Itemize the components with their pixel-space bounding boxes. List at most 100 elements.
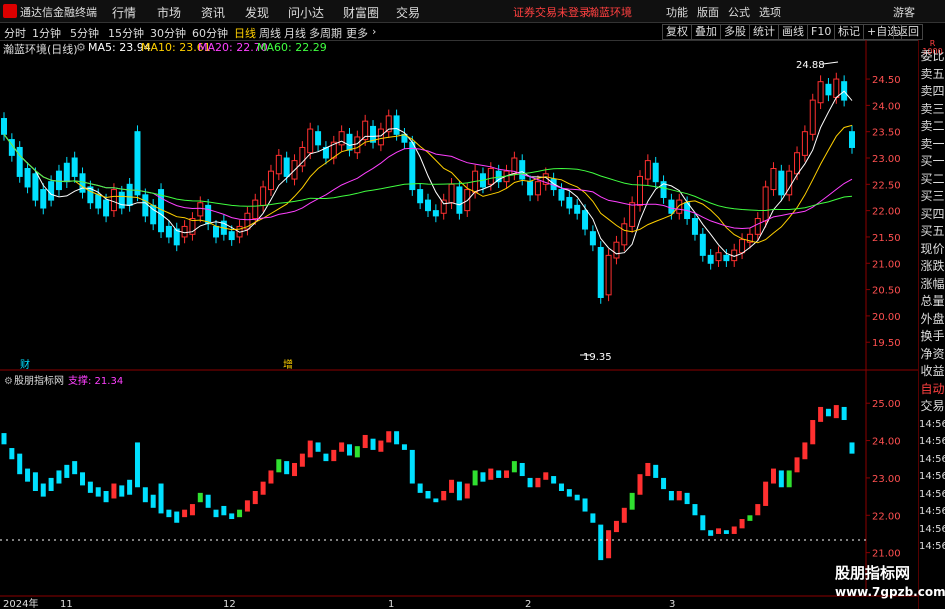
indicator-bar xyxy=(354,446,360,458)
candle-body xyxy=(425,199,431,212)
indicator-bar xyxy=(433,498,439,503)
watermark-url: www.7gpzb.com xyxy=(835,585,945,599)
candle-body xyxy=(417,189,424,204)
indicator-bar xyxy=(449,479,455,493)
candle-body xyxy=(707,254,714,264)
candle-body xyxy=(778,170,785,196)
side-change[interactable]: 涨跌 xyxy=(919,258,945,276)
indicator-bar xyxy=(778,470,784,488)
indicator-bar xyxy=(613,520,619,533)
indicator-bar xyxy=(17,453,23,475)
indicator-bar xyxy=(684,492,690,505)
indicator-bar xyxy=(394,431,400,445)
candle-body xyxy=(197,202,204,217)
side-time-2: 14:56 xyxy=(919,436,945,447)
candle-body xyxy=(16,146,23,177)
side-time-3: 14:56 xyxy=(919,453,945,465)
side-bid1[interactable]: 买一 xyxy=(919,153,945,171)
indicator-bar xyxy=(692,504,698,516)
indicator-bar xyxy=(786,470,792,488)
indicator-bar xyxy=(527,477,533,488)
indicator-bar xyxy=(708,530,714,536)
candle-body xyxy=(40,189,47,209)
ytick-label: 20.50 xyxy=(872,286,901,297)
support-value: 支撑: 21.34 xyxy=(68,374,123,387)
sub-settings-icon[interactable]: ⚙ xyxy=(4,376,13,387)
side-bid4[interactable]: 买四 xyxy=(919,206,945,224)
candle-body xyxy=(668,199,675,214)
indicator-bar xyxy=(849,442,855,454)
side-net-asset[interactable]: 净资 xyxy=(919,346,945,364)
side-change-pct[interactable]: 涨幅 xyxy=(919,276,945,294)
indicator-bar xyxy=(755,504,761,516)
candle-body xyxy=(699,233,706,256)
indicator-bar xyxy=(464,483,470,499)
side-bid3[interactable]: 买三 xyxy=(919,188,945,206)
side-bid5[interactable]: 买五 xyxy=(919,223,945,241)
indicator-bar xyxy=(409,449,415,484)
candle-body xyxy=(346,133,353,151)
side-price[interactable]: 现价 xyxy=(919,241,945,259)
candle-body xyxy=(534,181,541,196)
indicator-bar xyxy=(346,444,352,456)
sub-yaxis: 25.00 24.00 23.00 22.00 21.00 xyxy=(866,399,901,560)
candle-body xyxy=(527,181,534,196)
side-ask1[interactable]: 卖一 xyxy=(919,136,945,154)
side-ask4[interactable]: 卖四 xyxy=(919,83,945,101)
side-bid-ratio[interactable]: 委比 xyxy=(919,48,945,66)
indicator-bar xyxy=(441,491,447,501)
indicator-bar xyxy=(189,504,195,516)
side-ask2[interactable]: 卖二 xyxy=(919,118,945,136)
side-auto[interactable]: 自动 xyxy=(919,381,945,399)
indicator-bar xyxy=(700,515,706,531)
indicator-bar xyxy=(370,438,376,450)
side-ask5[interactable]: 卖五 xyxy=(919,66,945,84)
ytick-label: 19.50 xyxy=(872,338,901,349)
side-outer[interactable]: 外盘 xyxy=(919,311,945,329)
marker-increase[interactable]: 增 xyxy=(283,358,293,371)
candle-body xyxy=(849,131,855,148)
candle-body xyxy=(142,194,149,217)
candle-body xyxy=(519,160,526,180)
indicator-bar xyxy=(629,492,635,510)
candle-body xyxy=(134,131,141,196)
indicator-bar xyxy=(252,491,258,505)
side-volume[interactable]: 总量 xyxy=(919,293,945,311)
sub-indicator-layer xyxy=(1,405,855,561)
indicator-bar xyxy=(574,494,580,501)
candle-body xyxy=(103,199,110,217)
indicator-bar xyxy=(205,494,211,508)
side-bid2[interactable]: 买二 xyxy=(919,171,945,189)
xaxis-label-jan: 1 xyxy=(388,599,394,609)
chart-canvas[interactable]: 24.50 24.00 23.50 23.00 22.50 22.00 21.50 21.00… xyxy=(0,0,918,609)
indicator-bar xyxy=(292,462,298,477)
side-earnings[interactable]: 收益 xyxy=(919,363,945,381)
indicator-bar xyxy=(237,509,243,518)
side-turnover[interactable]: 换手 xyxy=(919,328,945,346)
ytick-label: 22.50 xyxy=(872,180,901,191)
side-ask3[interactable]: 卖三 xyxy=(919,101,945,119)
indicator-bar xyxy=(543,472,549,480)
indicator-bar xyxy=(142,487,148,503)
side-trade[interactable]: 交易 xyxy=(919,398,945,416)
candle-body xyxy=(213,225,219,238)
candle-body xyxy=(801,131,808,156)
indicator-bar xyxy=(511,461,517,473)
candle-body xyxy=(267,170,274,191)
candle-body xyxy=(393,115,400,135)
candle-body xyxy=(589,231,596,246)
indicator-bar xyxy=(810,420,816,445)
indicator-bar xyxy=(276,459,282,473)
side-time-8: 14:56 xyxy=(919,541,945,552)
indicator-bar xyxy=(119,485,125,497)
candle-body xyxy=(629,202,636,227)
indicator-bar xyxy=(472,470,478,486)
indicator-bar xyxy=(9,448,15,460)
indicator-bar xyxy=(87,481,93,493)
candle-body xyxy=(275,154,282,175)
candle-body xyxy=(79,173,86,193)
indicator-bar xyxy=(645,462,651,477)
marker-finance[interactable]: 财 xyxy=(20,358,30,371)
high-arrow xyxy=(822,61,839,65)
candle-body xyxy=(24,168,31,188)
